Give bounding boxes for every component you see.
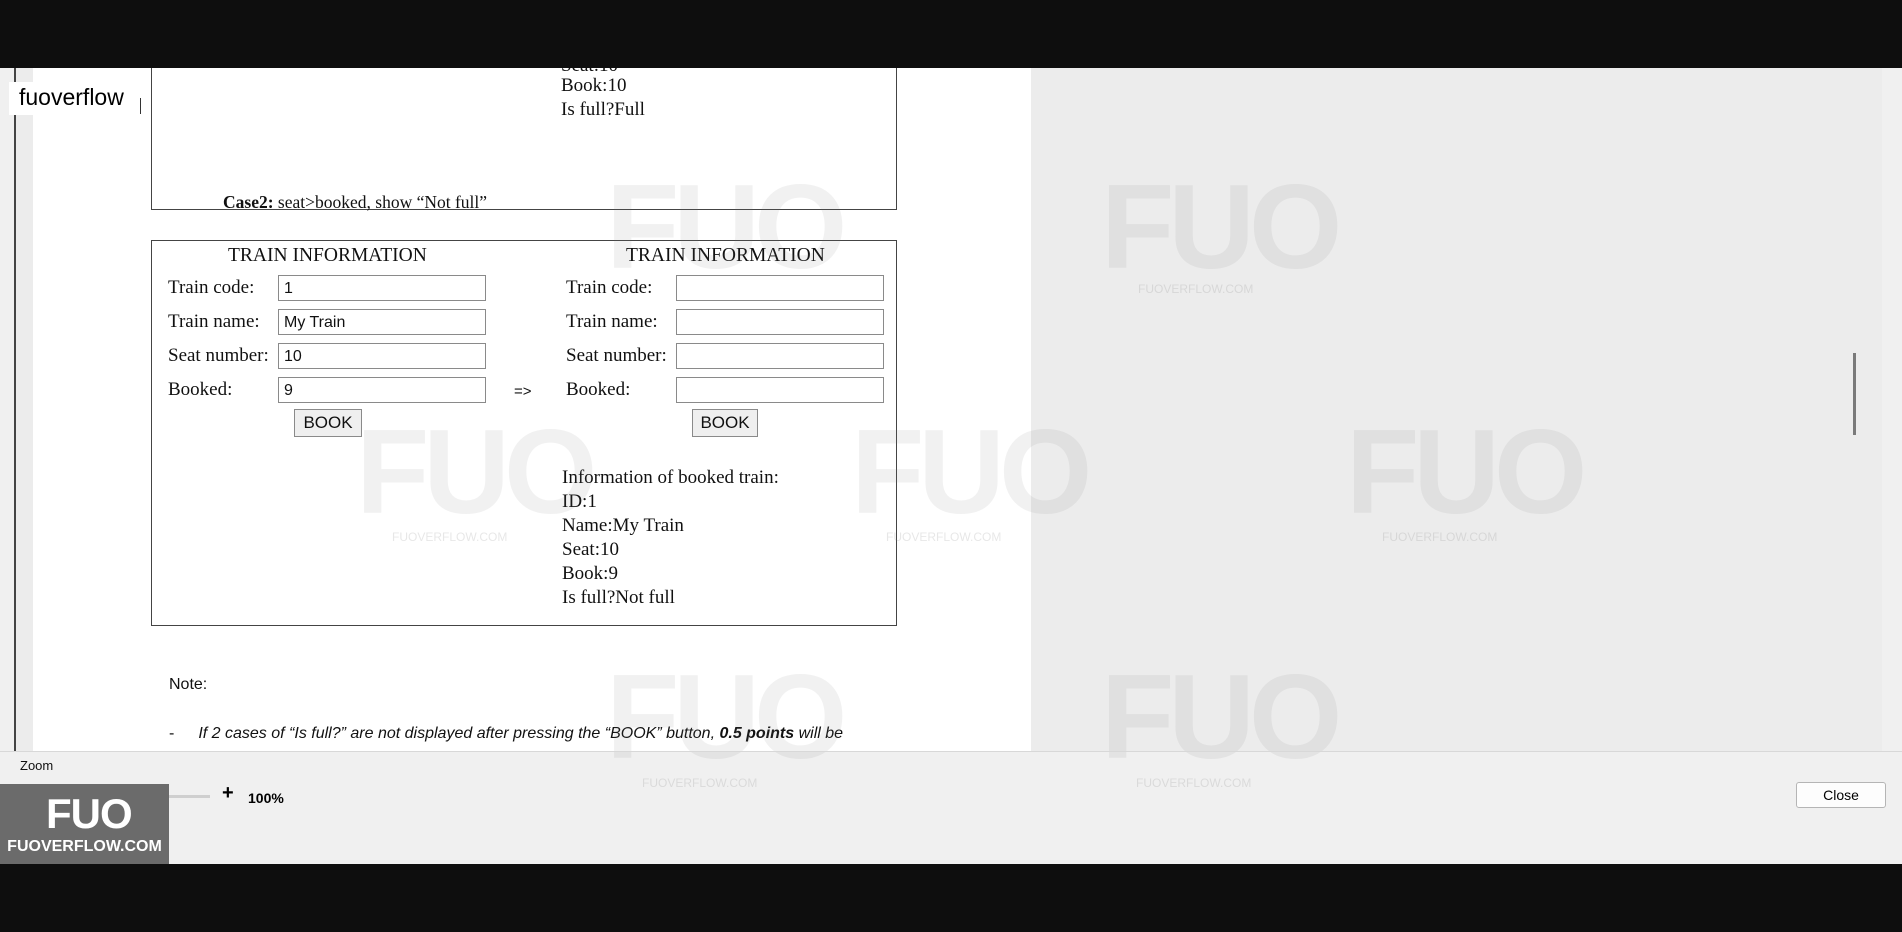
watermark-logo: FUO [1101, 650, 1342, 784]
vertical-scrollbar-thumb[interactable] [1853, 353, 1856, 435]
info-is-full: Is full?Not full [562, 587, 675, 608]
left-seat-number-field[interactable]: 10 [278, 343, 486, 369]
brand-watermark: FUO FUOVERFLOW.COM [0, 784, 169, 864]
right-booked-field[interactable] [676, 377, 884, 403]
info-book: Book:9 [562, 563, 618, 584]
watermark-url: FUOVERFLOW.COM [1382, 530, 1498, 544]
left-form-title: TRAIN INFORMATION [228, 245, 427, 266]
left-booked-field[interactable]: 9 [278, 377, 486, 403]
arrow-indicator: => [514, 383, 532, 400]
left-train-code-field[interactable]: 1 [278, 275, 486, 301]
case2-label: Case2: [223, 192, 274, 212]
left-seat-number-label: Seat number: [168, 345, 269, 366]
zoom-value: 100% [248, 790, 284, 806]
left-book-button[interactable]: BOOK [294, 409, 362, 437]
right-booked-label: Booked: [566, 379, 631, 400]
top-box-line: Is full?Full [561, 99, 645, 120]
document-viewer-window: Seat:10 Book:10 Is full?Full Case2: seat… [0, 68, 1902, 864]
left-train-name-field[interactable]: My Train [278, 309, 486, 335]
right-seat-number-label: Seat number: [566, 345, 667, 366]
document-viewport[interactable]: Seat:10 Book:10 Is full?Full Case2: seat… [9, 68, 1882, 784]
watermark-url: FUOVERFLOW.COM [1136, 776, 1252, 790]
left-train-code-label: Train code: [168, 277, 255, 298]
info-seat: Seat:10 [562, 539, 619, 560]
brand-logo: FUO [46, 790, 133, 837]
watermark-logo: FUO [606, 650, 847, 784]
watermark-url: FUOVERFLOW.COM [886, 530, 1002, 544]
zoom-label: Zoom [20, 758, 54, 773]
document-title: fuoverflow [9, 82, 134, 115]
watermark-logo: FUO [1346, 405, 1587, 539]
left-booked-label: Booked: [168, 379, 233, 400]
watermark-logo: FUO [1101, 160, 1342, 294]
zoom-in-button[interactable]: + [222, 782, 234, 805]
right-book-button[interactable]: BOOK [692, 409, 758, 437]
watermark-logo: FUO [851, 405, 1092, 539]
right-train-name-label: Train name: [566, 311, 658, 332]
watermark-url: FUOVERFLOW.COM [642, 776, 758, 790]
watermark-logo: FUO [356, 405, 597, 539]
brand-text: FUOVERFLOW.COM [7, 838, 162, 855]
watermark-url: FUOVERFLOW.COM [1138, 282, 1254, 296]
text-cursor [140, 98, 141, 114]
note-label: Note: [169, 676, 208, 693]
watermark-logo: FUO [606, 160, 847, 294]
right-train-name-field[interactable] [676, 309, 884, 335]
info-heading: Information of booked train: [562, 467, 779, 488]
case2-heading: Case2: seat>booked, show “Not full” [223, 192, 487, 213]
top-box-line: Book:10 [561, 75, 627, 96]
close-button[interactable]: Close [1796, 782, 1886, 808]
bullet-dash: - [169, 725, 175, 742]
footer-divider [0, 751, 1902, 752]
right-seat-number-field[interactable] [676, 343, 884, 369]
watermark-url: FUOVERFLOW.COM [392, 530, 508, 544]
left-train-name-label: Train name: [168, 311, 260, 332]
case2-text: seat>booked, show “Not full” [273, 192, 488, 212]
